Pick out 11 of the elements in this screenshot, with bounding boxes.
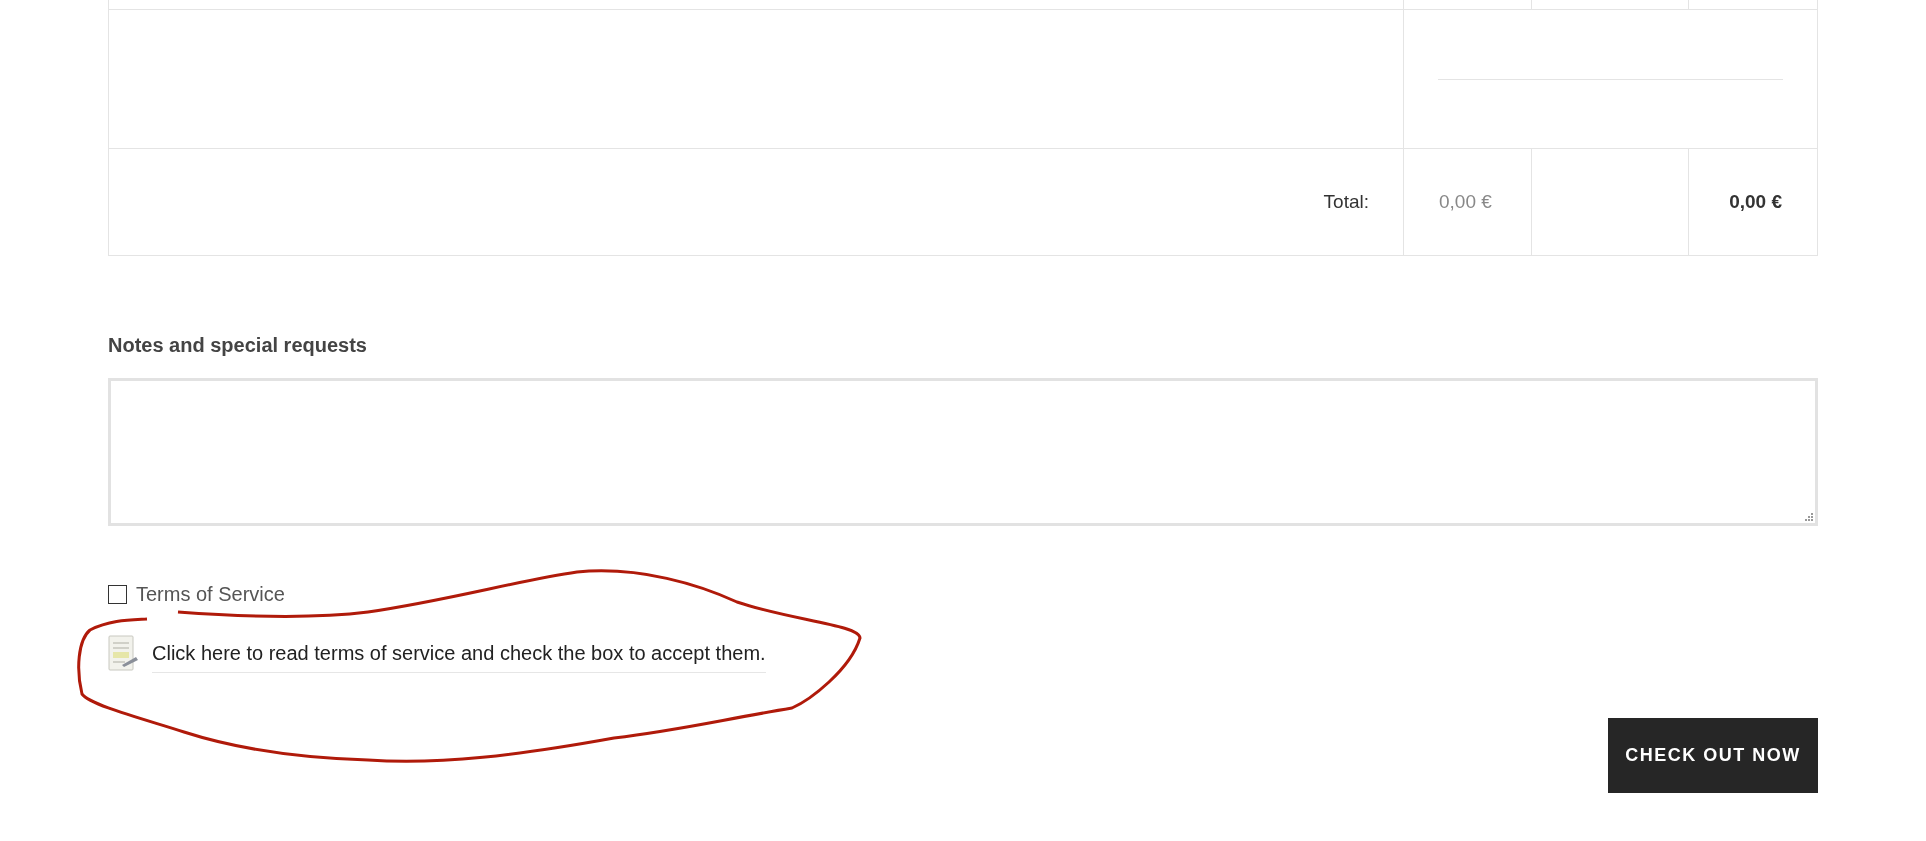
terms-label: Terms of Service — [136, 582, 285, 607]
terms-link[interactable]: Click here to read terms of service and check the box to accept them. — [152, 638, 766, 673]
total-label: Total: — [1323, 189, 1369, 214]
total-amount: 0,00 € — [1729, 189, 1782, 214]
notes-heading: Notes and special requests — [108, 333, 367, 358]
terms-checkbox[interactable] — [108, 584, 127, 604]
document-pen-icon — [108, 634, 140, 673]
resize-grip-icon[interactable] — [1803, 511, 1813, 521]
subtotal-amount: 0,00 € — [1439, 189, 1492, 214]
notes-field[interactable] — [108, 378, 1818, 526]
check-out-button[interactable]: CHECK OUT NOW — [1608, 718, 1818, 793]
